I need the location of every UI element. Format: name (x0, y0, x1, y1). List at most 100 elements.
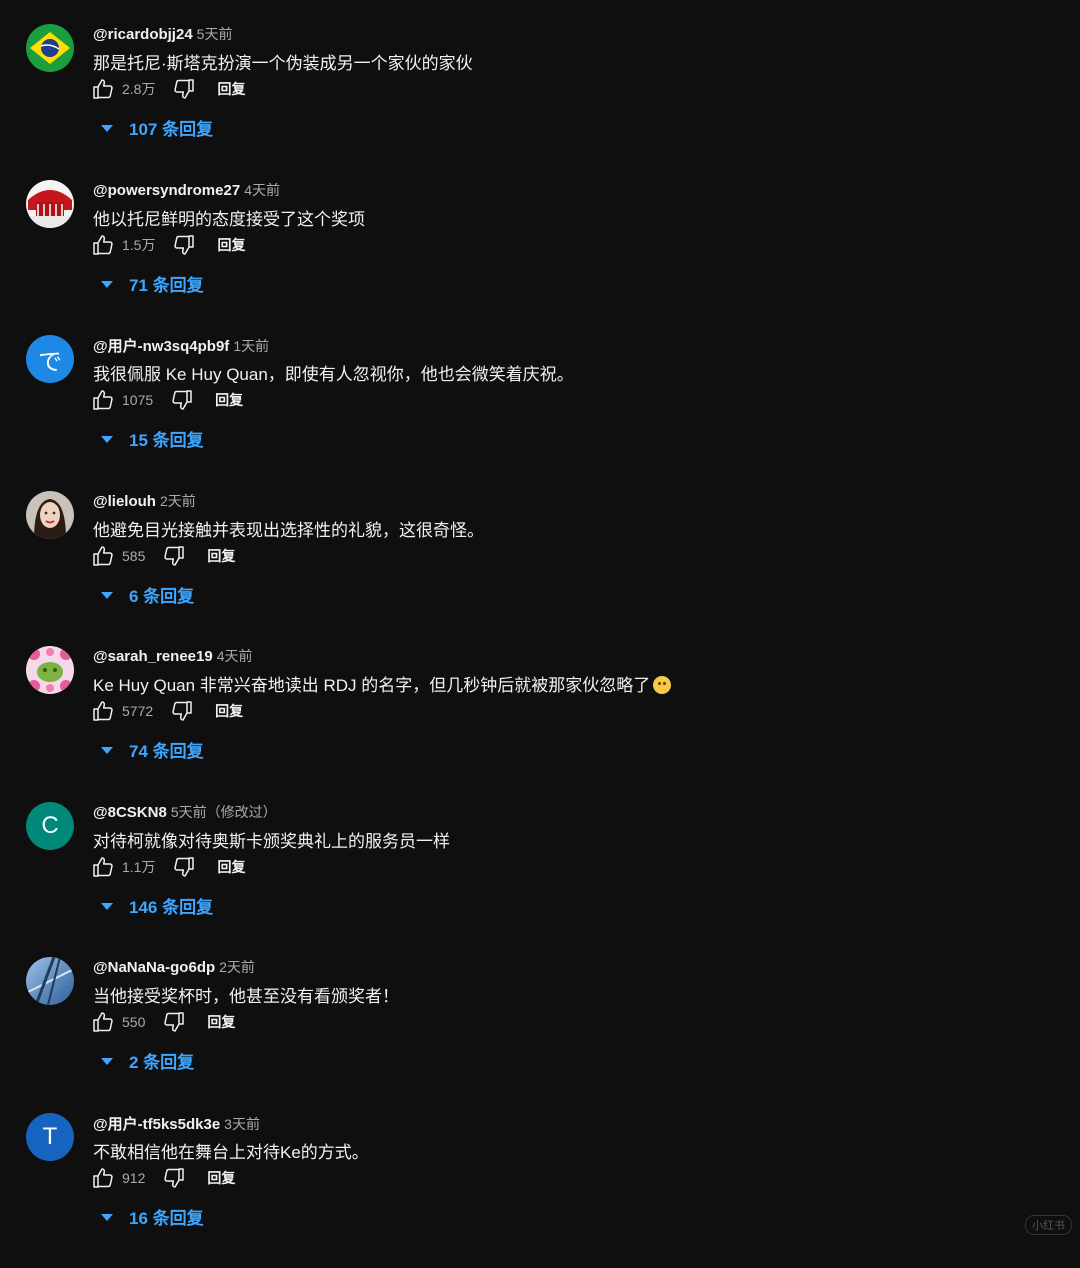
view-replies-button[interactable]: 2 条回复 (98, 1048, 194, 1073)
comment-author[interactable]: @lielouh (93, 493, 156, 510)
comment-item: T @用户-tf5ks5dk3e 3天前不敢相信他在舞台上对待Ke的方式。 912 回复… (0, 1113, 1080, 1268)
thumbs-up-icon[interactable] (90, 1009, 116, 1035)
thumbs-down-icon[interactable] (161, 1165, 187, 1191)
view-replies-button[interactable]: 6 条回复 (98, 582, 194, 607)
avatar-letter: T (42, 1123, 58, 1150)
comment-author[interactable]: @ricardobjj24 (93, 26, 193, 43)
like-count: 1.5万 (122, 237, 156, 253)
comment-time[interactable]: 4天前 (244, 182, 280, 198)
view-replies-button[interactable]: 16 条回复 (98, 1204, 204, 1229)
avatar[interactable] (26, 646, 74, 694)
thumbs-down-icon[interactable] (171, 854, 197, 880)
reply-button[interactable]: 回复 (207, 1168, 235, 1188)
avatar[interactable] (26, 491, 74, 539)
comment-author[interactable]: @用户-nw3sq4pb9f (93, 338, 229, 355)
avatar[interactable]: C (26, 802, 74, 850)
comment-item: @sarah_renee19 4天前 Ke Huy Quan 非常兴奋地读出 RDJ… (0, 646, 1080, 801)
comment-author[interactable]: @用户-tf5ks5dk3e (93, 1116, 220, 1133)
caret-down-icon (98, 430, 116, 448)
caret-down-icon (98, 897, 116, 915)
like-count: 2.8万 (122, 81, 156, 97)
replies-count-label: 2 条回复 (129, 1053, 195, 1072)
replies-count-label: 71 条回复 (129, 276, 204, 295)
caret-down-icon (98, 1052, 116, 1070)
comment-text: 对待柯就像对待奥斯卡颁奖典礼上的服务员一样 (93, 827, 450, 852)
comment-time[interactable]: 5天前 (197, 26, 233, 42)
like-count: 550 (122, 1014, 146, 1030)
comment-item: @ricardobjj24 5天前那是托尼·斯塔克扮演一个伪装成另一个家伙的家伙 2… (0, 24, 1080, 179)
view-replies-button[interactable]: 74 条回复 (98, 737, 204, 762)
comment-time[interactable]: 2天前 (160, 493, 196, 509)
comment-item: @powersyndrome27 4天前他以托尼鲜明的态度接受了这个奖项 1.5万 回… (0, 180, 1080, 335)
reply-button[interactable]: 回复 (217, 857, 245, 877)
reply-button[interactable]: 回复 (217, 235, 245, 255)
comment-author[interactable]: @NaNaNa-go6dp (93, 959, 215, 976)
caret-down-icon (98, 1208, 116, 1226)
comment-text: Ke Huy Quan 非常兴奋地读出 RDJ 的名字，但几秒钟后就被那家伙忽略… (93, 671, 672, 696)
comment-header: @lielouh 2天前 (93, 491, 196, 511)
view-replies-button[interactable]: 15 条回复 (98, 426, 204, 451)
comment-actions: 912 回复 (90, 1164, 235, 1192)
avatar[interactable]: で (26, 335, 74, 383)
thumbs-up-icon[interactable] (90, 543, 116, 569)
thumbs-up-icon[interactable] (90, 698, 116, 724)
view-replies-button[interactable]: 71 条回复 (98, 271, 204, 296)
thumbs-down-icon[interactable] (161, 543, 187, 569)
avatar[interactable] (26, 180, 74, 228)
replies-count-label: 6 条回复 (129, 587, 195, 606)
replies-count-label: 74 条回复 (129, 742, 204, 761)
comment-time[interactable]: 4天前 (217, 648, 253, 664)
comment-text: 那是托尼·斯塔克扮演一个伪装成另一个家伙的家伙 (93, 49, 473, 74)
replies-count-label: 16 条回复 (129, 1209, 204, 1228)
comment-header: @powersyndrome27 4天前 (93, 180, 280, 200)
comment-author[interactable]: @sarah_renee19 (93, 648, 213, 665)
comment-time[interactable]: 3天前 (224, 1116, 260, 1132)
comment-actions: 585 回复 (90, 542, 235, 570)
comment-header: @8CSKN8 5天前（修改过） (93, 802, 277, 822)
comment-author[interactable]: @powersyndrome27 (93, 182, 240, 199)
comment-actions: 550 回复 (90, 1008, 235, 1036)
reply-button[interactable]: 回复 (215, 701, 243, 721)
thumbs-up-icon[interactable] (90, 854, 116, 880)
thumbs-up-icon[interactable] (90, 76, 116, 102)
comment-author[interactable]: @8CSKN8 (93, 804, 167, 821)
view-replies-button[interactable]: 107 条回复 (98, 115, 213, 140)
thumbs-down-icon[interactable] (169, 387, 195, 413)
reply-button[interactable]: 回复 (215, 390, 243, 410)
reply-button[interactable]: 回复 (207, 546, 235, 566)
thumbs-up-icon[interactable] (90, 1165, 116, 1191)
thumbs-up-icon[interactable] (90, 387, 116, 413)
reply-button[interactable]: 回复 (207, 1012, 235, 1032)
comment-text: 当他接受奖杯时，他甚至没有看颁奖者！ (93, 982, 399, 1007)
comment-text: 他以托尼鲜明的态度接受了这个奖项 (93, 205, 365, 230)
avatar[interactable] (26, 957, 74, 1005)
sad-face-emoji-icon (653, 676, 672, 694)
comment-text-content: 不敢相信他在舞台上对待Ke的方式。 (93, 1143, 369, 1162)
comment-item: @lielouh 2天前他避免目光接触并表现出选择性的礼貌，这很奇怪。 585 回复 6… (0, 491, 1080, 646)
replies-count-label: 146 条回复 (129, 898, 214, 917)
comment-time[interactable]: 2天前 (219, 959, 255, 975)
comment-text-content: 他避免目光接触并表现出选择性的礼貌，这很奇怪。 (93, 521, 484, 540)
comment-time[interactable]: 5天前（修改过） (171, 804, 277, 820)
thumbs-down-icon[interactable] (161, 1009, 187, 1035)
comment-header: @ricardobjj24 5天前 (93, 24, 232, 44)
thumbs-down-icon[interactable] (171, 232, 197, 258)
avatar[interactable]: T (26, 1113, 74, 1161)
reply-button[interactable]: 回复 (217, 79, 245, 99)
comment-text: 不敢相信他在舞台上对待Ke的方式。 (93, 1138, 369, 1163)
like-count: 1.1万 (122, 859, 156, 875)
replies-count-label: 107 条回复 (129, 120, 214, 139)
replies-count-label: 15 条回复 (129, 431, 204, 450)
thumbs-down-icon[interactable] (171, 76, 197, 102)
comment-time[interactable]: 1天前 (233, 338, 269, 354)
avatar[interactable] (26, 24, 74, 72)
comment-item: C @8CSKN8 5天前（修改过） 对待柯就像对待奥斯卡颁奖典礼上的服务员一样 1.1… (0, 802, 1080, 957)
comment-actions: 1.5万 回复 (90, 231, 245, 259)
avatar-letter: で (38, 348, 62, 376)
comment-item: で @用户-nw3sq4pb9f 1天前 我很佩服 Ke Huy Quan，即使有人忽… (0, 335, 1080, 490)
comment-header: @sarah_renee19 4天前 (93, 646, 253, 666)
thumbs-up-icon[interactable] (90, 232, 116, 258)
view-replies-button[interactable]: 146 条回复 (98, 893, 213, 918)
thumbs-down-icon[interactable] (169, 698, 195, 724)
like-count: 5772 (122, 703, 154, 719)
